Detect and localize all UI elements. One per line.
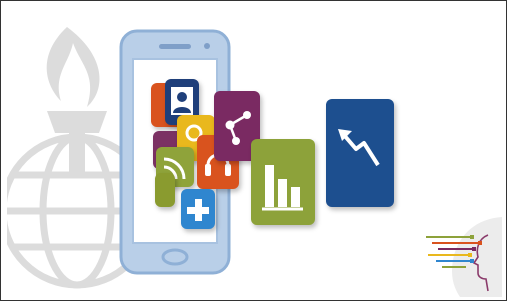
plus-tile [181, 189, 215, 229]
trend-down-arrow-icon [338, 129, 380, 167]
olive-small-tile [155, 173, 175, 207]
bar-chart-tile [251, 139, 315, 225]
plus-icon [187, 199, 209, 221]
slide-frame [0, 0, 507, 301]
profile-head-logo-icon [426, 217, 502, 297]
bar-chart-icon [262, 165, 303, 211]
trend-tile [326, 99, 394, 207]
